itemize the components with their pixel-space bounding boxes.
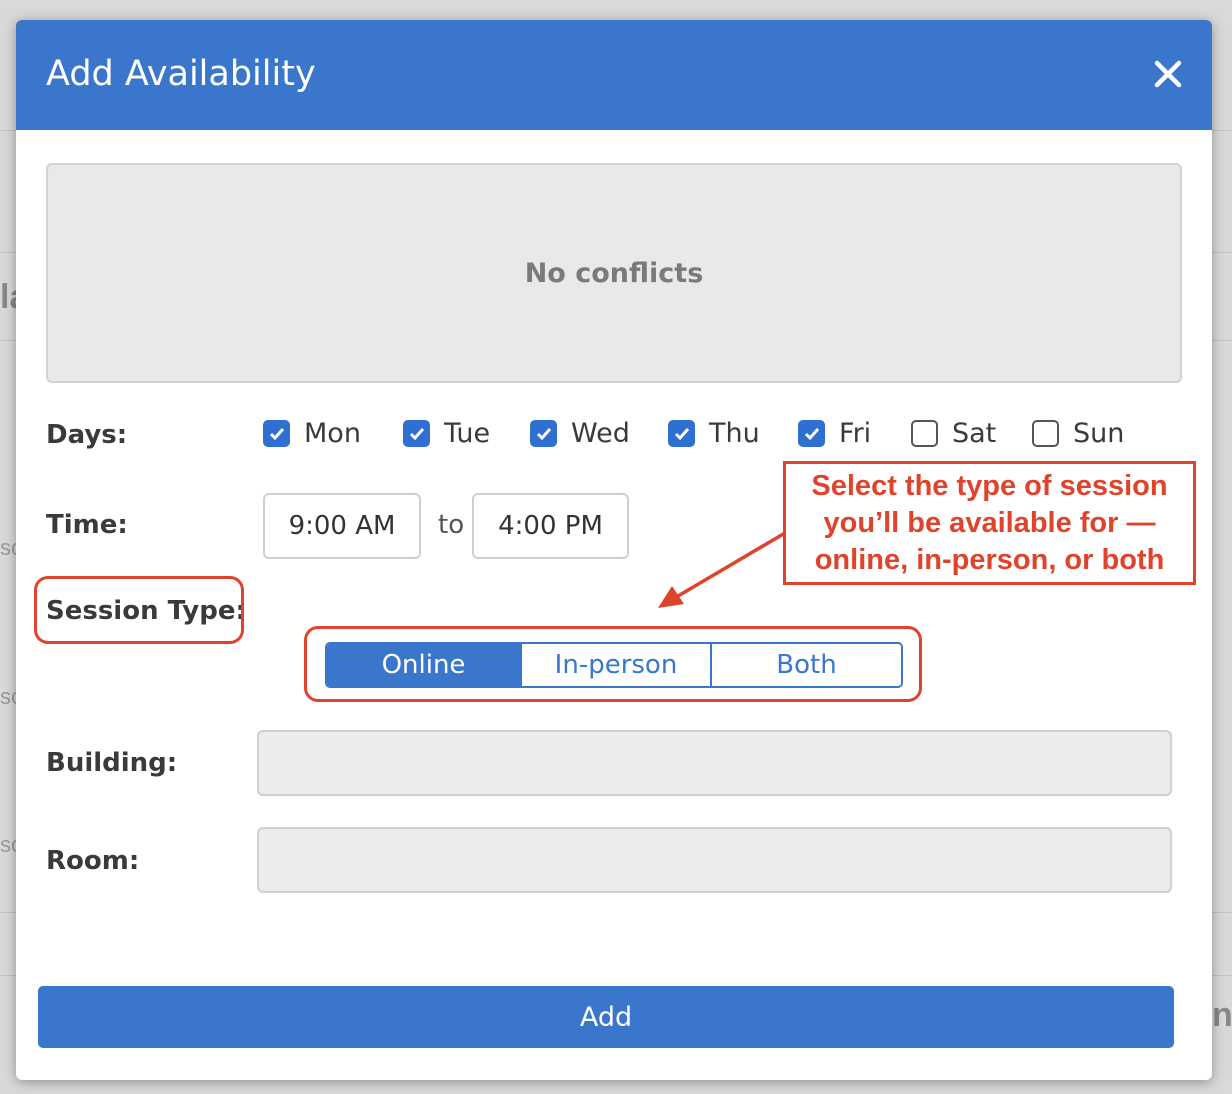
day-sat[interactable]: Sat — [911, 418, 996, 449]
time-separator: to — [438, 510, 465, 540]
day-tue[interactable]: Tue — [403, 418, 490, 449]
room-label: Room: — [46, 846, 140, 876]
day-label: Sun — [1073, 418, 1125, 449]
close-icon — [1154, 60, 1182, 88]
day-label: Wed — [571, 418, 630, 449]
day-mon[interactable]: Mon — [263, 418, 361, 449]
start-time-input[interactable]: 9:00 AM — [263, 493, 421, 559]
building-label: Building: — [46, 748, 178, 778]
add-button[interactable]: Add — [38, 986, 1174, 1048]
checkbox-checked-icon[interactable] — [403, 420, 430, 447]
day-fri[interactable]: Fri — [798, 418, 871, 449]
annotation-line: Select the type of session — [811, 469, 1168, 502]
annotation-callout: Select the type of session you’ll be ava… — [783, 461, 1196, 585]
annotation-line: online, in-person, or both — [814, 543, 1165, 576]
dialog-header: Add Availability — [16, 20, 1212, 130]
checkbox-checked-icon[interactable] — [530, 420, 557, 447]
background-text: n — [1212, 996, 1232, 1034]
annotation-outline-session-label — [34, 576, 244, 644]
time-label: Time: — [46, 510, 128, 540]
day-label: Fri — [839, 418, 872, 449]
dialog-title: Add Availability — [46, 54, 316, 94]
day-label: Mon — [304, 418, 361, 449]
checkbox-checked-icon[interactable] — [263, 420, 290, 447]
day-thu[interactable]: Thu — [668, 418, 760, 449]
annotation-outline-session-toggle — [304, 626, 922, 702]
close-button[interactable] — [1146, 52, 1190, 96]
room-select[interactable] — [257, 827, 1172, 893]
annotation-line: you’ll be available for — — [823, 506, 1156, 539]
day-label: Thu — [709, 418, 760, 449]
conflicts-panel: No conflicts — [46, 163, 1182, 383]
checkbox-unchecked-icon[interactable] — [911, 420, 938, 447]
checkbox-unchecked-icon[interactable] — [1032, 420, 1059, 447]
end-time-input[interactable]: 4:00 PM — [472, 493, 629, 559]
day-sun[interactable]: Sun — [1032, 418, 1124, 449]
day-label: Tue — [444, 418, 491, 449]
day-wed[interactable]: Wed — [530, 418, 630, 449]
day-label: Sat — [952, 418, 997, 449]
days-label: Days: — [46, 420, 128, 450]
checkbox-checked-icon[interactable] — [668, 420, 695, 447]
conflicts-text: No conflicts — [524, 257, 704, 289]
checkbox-checked-icon[interactable] — [798, 420, 825, 447]
building-select[interactable] — [257, 730, 1172, 796]
